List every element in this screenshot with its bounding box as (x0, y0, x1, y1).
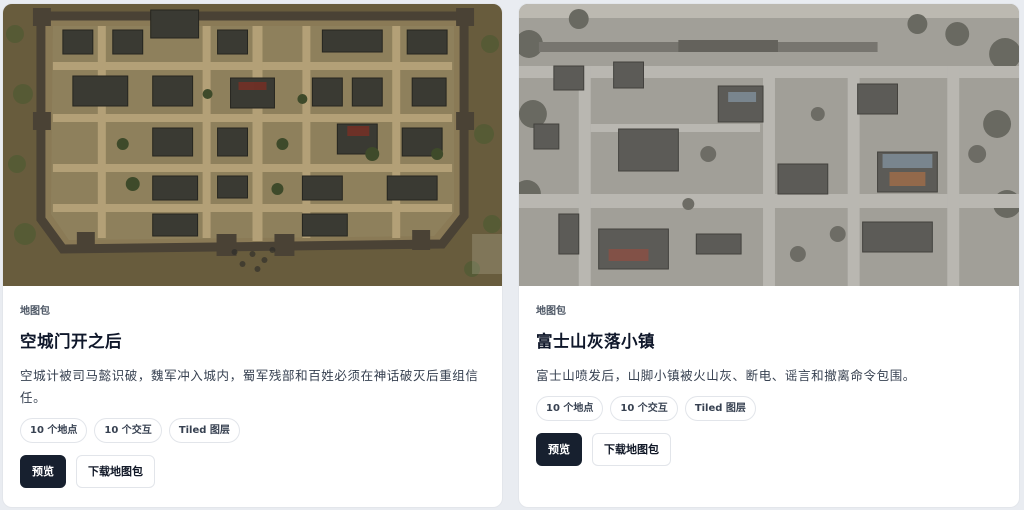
walled-city-illustration (3, 4, 502, 286)
download-map-pack-button[interactable]: 下载地图包 (592, 433, 671, 466)
map-pack-title: 空城门开之后 (20, 332, 122, 351)
card-actions: 预览 下载地图包 (536, 433, 1002, 466)
map-pack-title: 富士山灰落小镇 (536, 332, 655, 351)
chip-tiled-layers: Tiled 图层 (168, 418, 240, 443)
feature-chips: 10 个地点 10 个交互 Tiled 图层 (536, 396, 1002, 421)
category-tag: 地图包 (536, 306, 566, 317)
chip-interactions: 10 个交互 (610, 396, 678, 421)
chip-locations: 10 个地点 (536, 396, 604, 421)
map-pack-description: 空城计被司马懿识破，魏军冲入城内，蜀军残部和百姓必须在神话破灭后重组信任。 (20, 368, 479, 405)
card-actions: 预览 下载地图包 (20, 455, 485, 488)
chip-tiled-layers: Tiled 图层 (684, 396, 756, 421)
map-pack-description: 富士山喷发后，山脚小镇被火山灰、断电、谣言和撤离命令包围。 (536, 368, 916, 383)
map-pack-card: 地图包 富士山灰落小镇 富士山喷发后，山脚小镇被火山灰、断电、谣言和撤离命令包围… (518, 3, 1020, 508)
download-map-pack-button[interactable]: 下载地图包 (76, 455, 155, 488)
map-pack-card: 地图包 空城门开之后 空城计被司马懿识破，魏军冲入城内，蜀军残部和百姓必须在神话… (2, 3, 503, 508)
map-thumbnail[interactable] (519, 4, 1019, 286)
chip-locations: 10 个地点 (20, 418, 88, 443)
preview-button[interactable]: 预览 (20, 455, 66, 488)
map-thumbnail[interactable] (3, 4, 502, 286)
feature-chips: 10 个地点 10 个交互 Tiled 图层 (20, 418, 485, 443)
chip-interactions: 10 个交互 (94, 418, 162, 443)
ash-town-illustration (519, 4, 1019, 286)
category-tag: 地图包 (20, 306, 50, 317)
map-pack-grid: 地图包 空城门开之后 空城计被司马懿识破，魏军冲入城内，蜀军残部和百姓必须在神话… (0, 0, 1024, 510)
preview-button[interactable]: 预览 (536, 433, 582, 466)
